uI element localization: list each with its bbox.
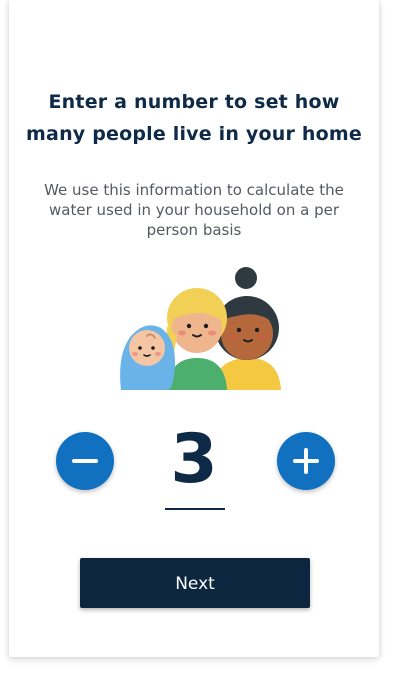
plus-icon	[293, 448, 319, 474]
title-line-2: many people live in your home	[26, 123, 362, 145]
description-text: We use this information to calculate the…	[39, 180, 349, 240]
family-icon	[109, 266, 289, 390]
minus-icon	[72, 459, 98, 463]
increment-button[interactable]	[277, 432, 335, 490]
decrement-button[interactable]	[56, 432, 114, 490]
setup-card: Enter a number to set how many people li…	[9, 0, 379, 657]
description-line-1: We use this information to calculate the	[44, 181, 344, 199]
description-line-2: water used in your household on a per	[49, 201, 339, 219]
description-line-3: person basis	[146, 221, 242, 239]
adult-blonde-figure	[166, 288, 227, 390]
count-underline	[165, 508, 225, 510]
people-count[interactable]: 3	[144, 418, 244, 502]
title-line-1: Enter a number to set how	[48, 91, 340, 113]
baby-figure	[120, 325, 175, 390]
next-button[interactable]: Next	[80, 558, 310, 608]
page-title: Enter a number to set how many people li…	[9, 86, 379, 150]
